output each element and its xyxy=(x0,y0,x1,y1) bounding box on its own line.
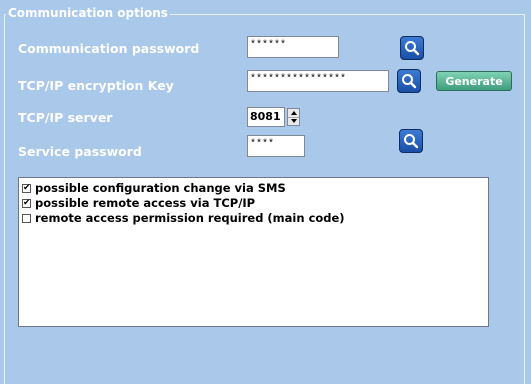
search-icon xyxy=(405,41,420,56)
tcp-server-port-spinner[interactable] xyxy=(287,108,300,126)
tcp-server-port-field[interactable]: 8081 xyxy=(247,107,285,127)
option-label: remote access permission required (main … xyxy=(35,211,345,225)
service-password-label: Service password xyxy=(18,144,142,159)
search-icon xyxy=(402,74,417,89)
service-password-field[interactable]: **** xyxy=(247,135,305,157)
encryption-key-label: TCP/IP encryption Key xyxy=(18,78,174,93)
search-icon xyxy=(404,134,419,149)
checkbox-remote-tcpip[interactable]: ✔ xyxy=(22,198,31,208)
generate-button[interactable]: Generate xyxy=(436,71,512,91)
option-remote-tcpip[interactable]: ✔ possible remote access via TCP/IP xyxy=(22,196,255,210)
encryption-key-search-button[interactable] xyxy=(397,69,421,93)
checkbox-remote-permission[interactable] xyxy=(22,213,31,223)
comm-password-field[interactable]: ****** xyxy=(247,36,339,58)
spinner-down-arrow-icon[interactable] xyxy=(288,117,299,125)
checkbox-sms-config[interactable]: ✔ xyxy=(22,183,31,193)
option-remote-permission[interactable]: remote access permission required (main … xyxy=(22,211,345,225)
encryption-key-field[interactable]: **************** xyxy=(247,70,389,92)
tcp-server-label: TCP/IP server xyxy=(18,110,113,125)
option-label: possible remote access via TCP/IP xyxy=(35,196,256,210)
comm-password-search-button[interactable] xyxy=(400,36,424,60)
comm-password-label: Communication password xyxy=(18,41,200,56)
option-sms-config[interactable]: ✔ possible configuration change via SMS xyxy=(22,181,286,195)
options-listbox[interactable]: ✔ possible configuration change via SMS … xyxy=(18,177,489,327)
section-title: Communication options xyxy=(6,6,170,20)
option-label: possible configuration change via SMS xyxy=(35,181,286,195)
service-password-search-button[interactable] xyxy=(399,129,423,153)
